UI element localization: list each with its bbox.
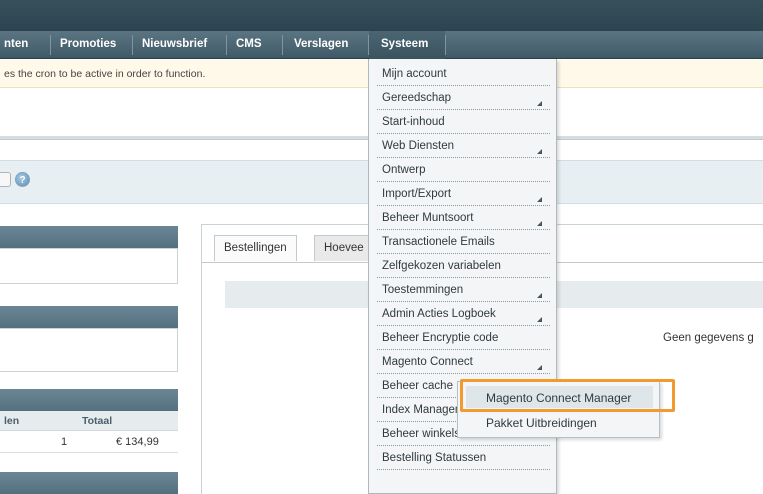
header-band [0,0,763,31]
box-body [0,328,178,372]
store-switcher-select[interactable] [0,172,11,187]
menu-item-beheer-muntsoort[interactable]: Beheer Muntsoort [377,206,550,230]
submenu-arrow-icon [537,293,542,298]
nav-item-cms[interactable]: CMS [236,31,262,59]
submenu-arrow-icon [537,197,542,202]
nav-item-nieuwsbrief[interactable]: Nieuwsbrief [142,31,207,59]
menu-item-label: Mijn account [382,68,447,80]
menu-item-transactionele-emails[interactable]: Transactionele Emails [377,230,550,254]
menu-item-label: Admin Acties Logboek [382,308,496,320]
menu-item-label: Beheer Muntsoort [382,212,474,224]
nav-item-systeem[interactable]: Systeem [369,31,445,59]
menu-item-zelfgekozen-variabelen[interactable]: Zelfgekozen variabelen [377,254,550,278]
box-header [0,472,178,494]
menu-item-label: Ontwerp [382,164,426,176]
row-total: € 134,99 [116,436,159,448]
menu-item-label: Import/Export [382,188,452,200]
menu-item-label: Gereedschap [382,92,452,104]
menu-item-label: Beheer Encryptie code [382,332,499,344]
menu-item-label: Zelfgekozen variabelen [382,260,501,272]
box-header [0,389,178,411]
menu-item-gereedschap[interactable]: Gereedschap [377,86,550,110]
menu-item-label: Transactionele Emails [382,236,495,248]
menu-item-start-inhoud[interactable]: Start-inhoud [377,110,550,134]
submenu-arrow-icon [537,149,542,154]
submenu-arrow-icon [537,101,542,106]
submenu-arrow-icon [537,221,542,226]
column-header: len [4,415,20,427]
main-nav: nten Promoties Nieuwsbrief CMS Verslagen… [0,31,763,59]
box-header [0,306,178,328]
menu-item-bestelling-statussen[interactable]: Bestelling Statussen [377,446,550,470]
menu-item-magento-connect[interactable]: Magento Connect [377,350,550,374]
menu-item-label: Toestemmingen [382,284,464,296]
menu-item-label: Index Managem [382,404,465,416]
column-header-totaal: Totaal [82,415,113,427]
submenu-arrow-icon [537,317,542,322]
nav-divider [282,35,283,55]
nav-divider [132,35,133,55]
menu-item-label: Bestelling Statussen [382,452,487,464]
menu-item-admin-acties-logboek[interactable]: Admin Acties Logboek [377,302,550,326]
nav-item-verslagen[interactable]: Verslagen [294,31,348,59]
notice-text: es the cron to be active in order to fun… [4,68,206,80]
tab-bestellingen[interactable]: Bestellingen [214,235,297,261]
menu-item-label: Beheer cache [382,380,453,392]
highlight-box [460,379,675,412]
menu-item-import-export[interactable]: Import/Export [377,182,550,206]
menu-item-label: Start-inhoud [382,116,445,128]
box-body [0,248,178,284]
submenu-arrow-icon [537,365,542,370]
nav-divider [445,35,446,55]
summary-table-header: len Totaal [0,411,178,431]
menu-item-ontwerp[interactable]: Ontwerp [377,158,550,182]
help-icon[interactable]: ? [15,172,30,187]
nav-divider [226,35,227,55]
menu-item-label: Web Diensten [382,140,455,152]
no-data-message: Geen gegevens g [663,332,754,344]
submenu-item-pakket-uitbreidingen[interactable]: Pakket Uitbreidingen [466,410,653,432]
menu-item-beheer-encryptie-code[interactable]: Beheer Encryptie code [377,326,550,350]
nav-divider [50,35,51,55]
menu-item-label: Beheer winkels [382,428,460,440]
menu-item-mijn-account[interactable]: Mijn account [377,62,550,86]
submenu-item-label: Pakket Uitbreidingen [486,416,597,430]
box-header [0,226,178,248]
menu-item-label: Magento Connect [382,356,473,368]
table-row: 1 € 134,99 [0,431,178,453]
nav-item-partial[interactable]: nten [4,31,28,59]
nav-item-promoties[interactable]: Promoties [60,31,116,59]
menu-item-web-diensten[interactable]: Web Diensten [377,134,550,158]
menu-item-toestemmingen[interactable]: Toestemmingen [377,278,550,302]
row-count: 1 [61,436,68,448]
